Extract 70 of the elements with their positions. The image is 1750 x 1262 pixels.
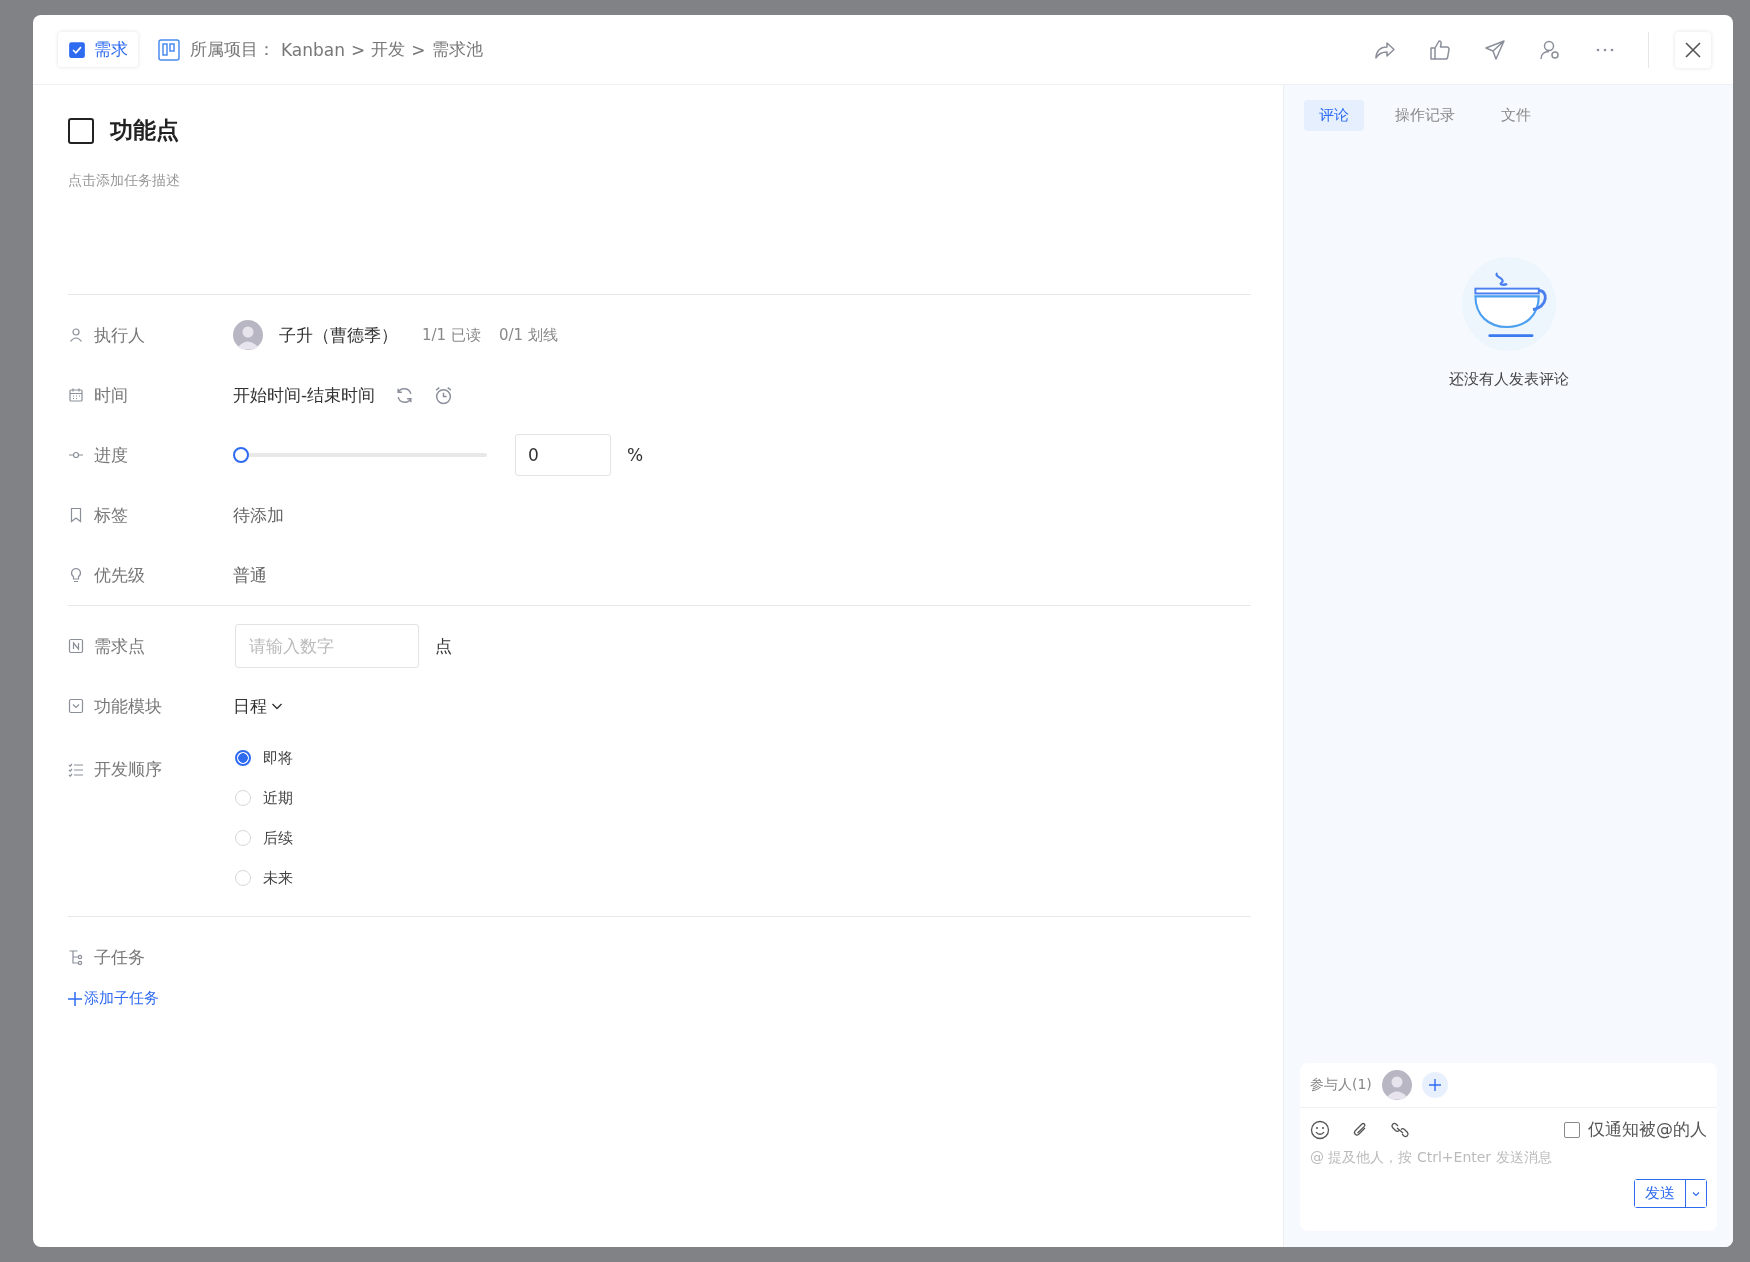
breadcrumb-item[interactable]: Kanban bbox=[281, 39, 346, 60]
notify-label[interactable]: 仅通知被@的人 bbox=[1588, 1118, 1707, 1141]
send-button[interactable]: 发送 bbox=[1635, 1180, 1686, 1207]
radio-label[interactable]: 即将 bbox=[263, 748, 293, 768]
radio-button[interactable] bbox=[235, 750, 251, 766]
read-count: 1/1 已读 bbox=[422, 325, 481, 345]
breadcrumb-item[interactable]: 开发 bbox=[371, 38, 406, 61]
alarm-clock-icon[interactable] bbox=[434, 385, 454, 405]
panel-tab[interactable]: 文件 bbox=[1486, 100, 1546, 131]
add-participant-button[interactable] bbox=[1421, 1072, 1448, 1098]
empty-message: 还没有人发表评论 bbox=[1448, 370, 1569, 389]
radio-label[interactable]: 后续 bbox=[263, 828, 293, 848]
breadcrumb-item[interactable]: > bbox=[351, 39, 366, 60]
panel-tab[interactable]: 操作记录 bbox=[1380, 100, 1470, 131]
radio-label[interactable]: 近期 bbox=[263, 788, 293, 808]
field-label: 功能模块 bbox=[94, 694, 162, 718]
board-icon bbox=[158, 38, 180, 61]
panel-tab[interactable]: 评论 bbox=[1304, 100, 1364, 131]
lightbulb-icon bbox=[68, 567, 84, 583]
field-label: 时间 bbox=[94, 383, 128, 407]
thumbs-up-icon[interactable] bbox=[1429, 38, 1451, 61]
radio-label[interactable]: 未来 bbox=[263, 868, 293, 888]
plus-icon bbox=[68, 991, 82, 1006]
checkbox-icon bbox=[68, 40, 86, 59]
repeat-icon[interactable] bbox=[395, 385, 415, 405]
user-settings-icon[interactable] bbox=[1539, 38, 1561, 61]
subtask-icon bbox=[68, 949, 84, 965]
assignee-name[interactable]: 子升（曹德季） bbox=[279, 323, 398, 347]
progress-slider[interactable] bbox=[233, 447, 487, 463]
number-field-icon bbox=[68, 638, 84, 654]
field-value[interactable]: 待添加 bbox=[233, 503, 284, 527]
participants-label: 参与人(1) bbox=[1310, 1076, 1372, 1094]
add-subtask-link[interactable]: 添加子任务 bbox=[68, 989, 159, 1008]
field-label: 进度 bbox=[94, 443, 128, 467]
complete-checkbox[interactable] bbox=[68, 117, 94, 144]
module-dropdown[interactable]: 日程 bbox=[233, 694, 283, 718]
number-input[interactable]: 请输入数字 bbox=[235, 624, 419, 668]
strike-count: 0/1 划线 bbox=[498, 325, 558, 345]
field-label: 开发顺序 bbox=[94, 758, 162, 781]
task-title[interactable]: 功能点 bbox=[110, 115, 179, 146]
notify-checkbox[interactable] bbox=[1564, 1121, 1580, 1138]
avatar bbox=[233, 320, 263, 350]
checklist-icon bbox=[68, 761, 84, 778]
progress-input[interactable]: 0 bbox=[515, 434, 611, 476]
field-label: 优先级 bbox=[94, 563, 145, 587]
breadcrumb-label: 所属项目： bbox=[190, 38, 275, 61]
field-label: 标签 bbox=[94, 503, 128, 527]
field-value[interactable]: 普通 bbox=[233, 563, 267, 587]
breadcrumb-item[interactable]: 需求池 bbox=[431, 38, 483, 61]
person-icon bbox=[68, 327, 84, 343]
field-label: 执行人 bbox=[94, 323, 145, 347]
time-range[interactable]: 开始时间-结束时间 bbox=[233, 383, 376, 407]
percent-unit: % bbox=[627, 445, 644, 465]
task-type-tag[interactable]: 需求 bbox=[58, 32, 138, 67]
slider-thumb[interactable] bbox=[233, 447, 249, 463]
emoji-icon[interactable] bbox=[1310, 1119, 1330, 1140]
field-label: 需求点 bbox=[94, 634, 145, 658]
bookmark-icon bbox=[68, 507, 84, 523]
close-button[interactable] bbox=[1675, 31, 1711, 68]
field-label: 子任务 bbox=[94, 945, 145, 969]
avatar bbox=[1381, 1070, 1412, 1100]
plus-icon bbox=[1427, 1078, 1442, 1092]
dropdown-field-icon bbox=[68, 698, 84, 714]
send-icon[interactable] bbox=[1484, 38, 1506, 61]
teacup-icon bbox=[1460, 256, 1557, 352]
close-icon bbox=[1684, 40, 1702, 59]
calendar-icon bbox=[68, 387, 84, 403]
breadcrumb-item[interactable]: > bbox=[411, 39, 426, 60]
unit-label: 点 bbox=[435, 634, 452, 658]
task-type-label: 需求 bbox=[94, 38, 128, 61]
